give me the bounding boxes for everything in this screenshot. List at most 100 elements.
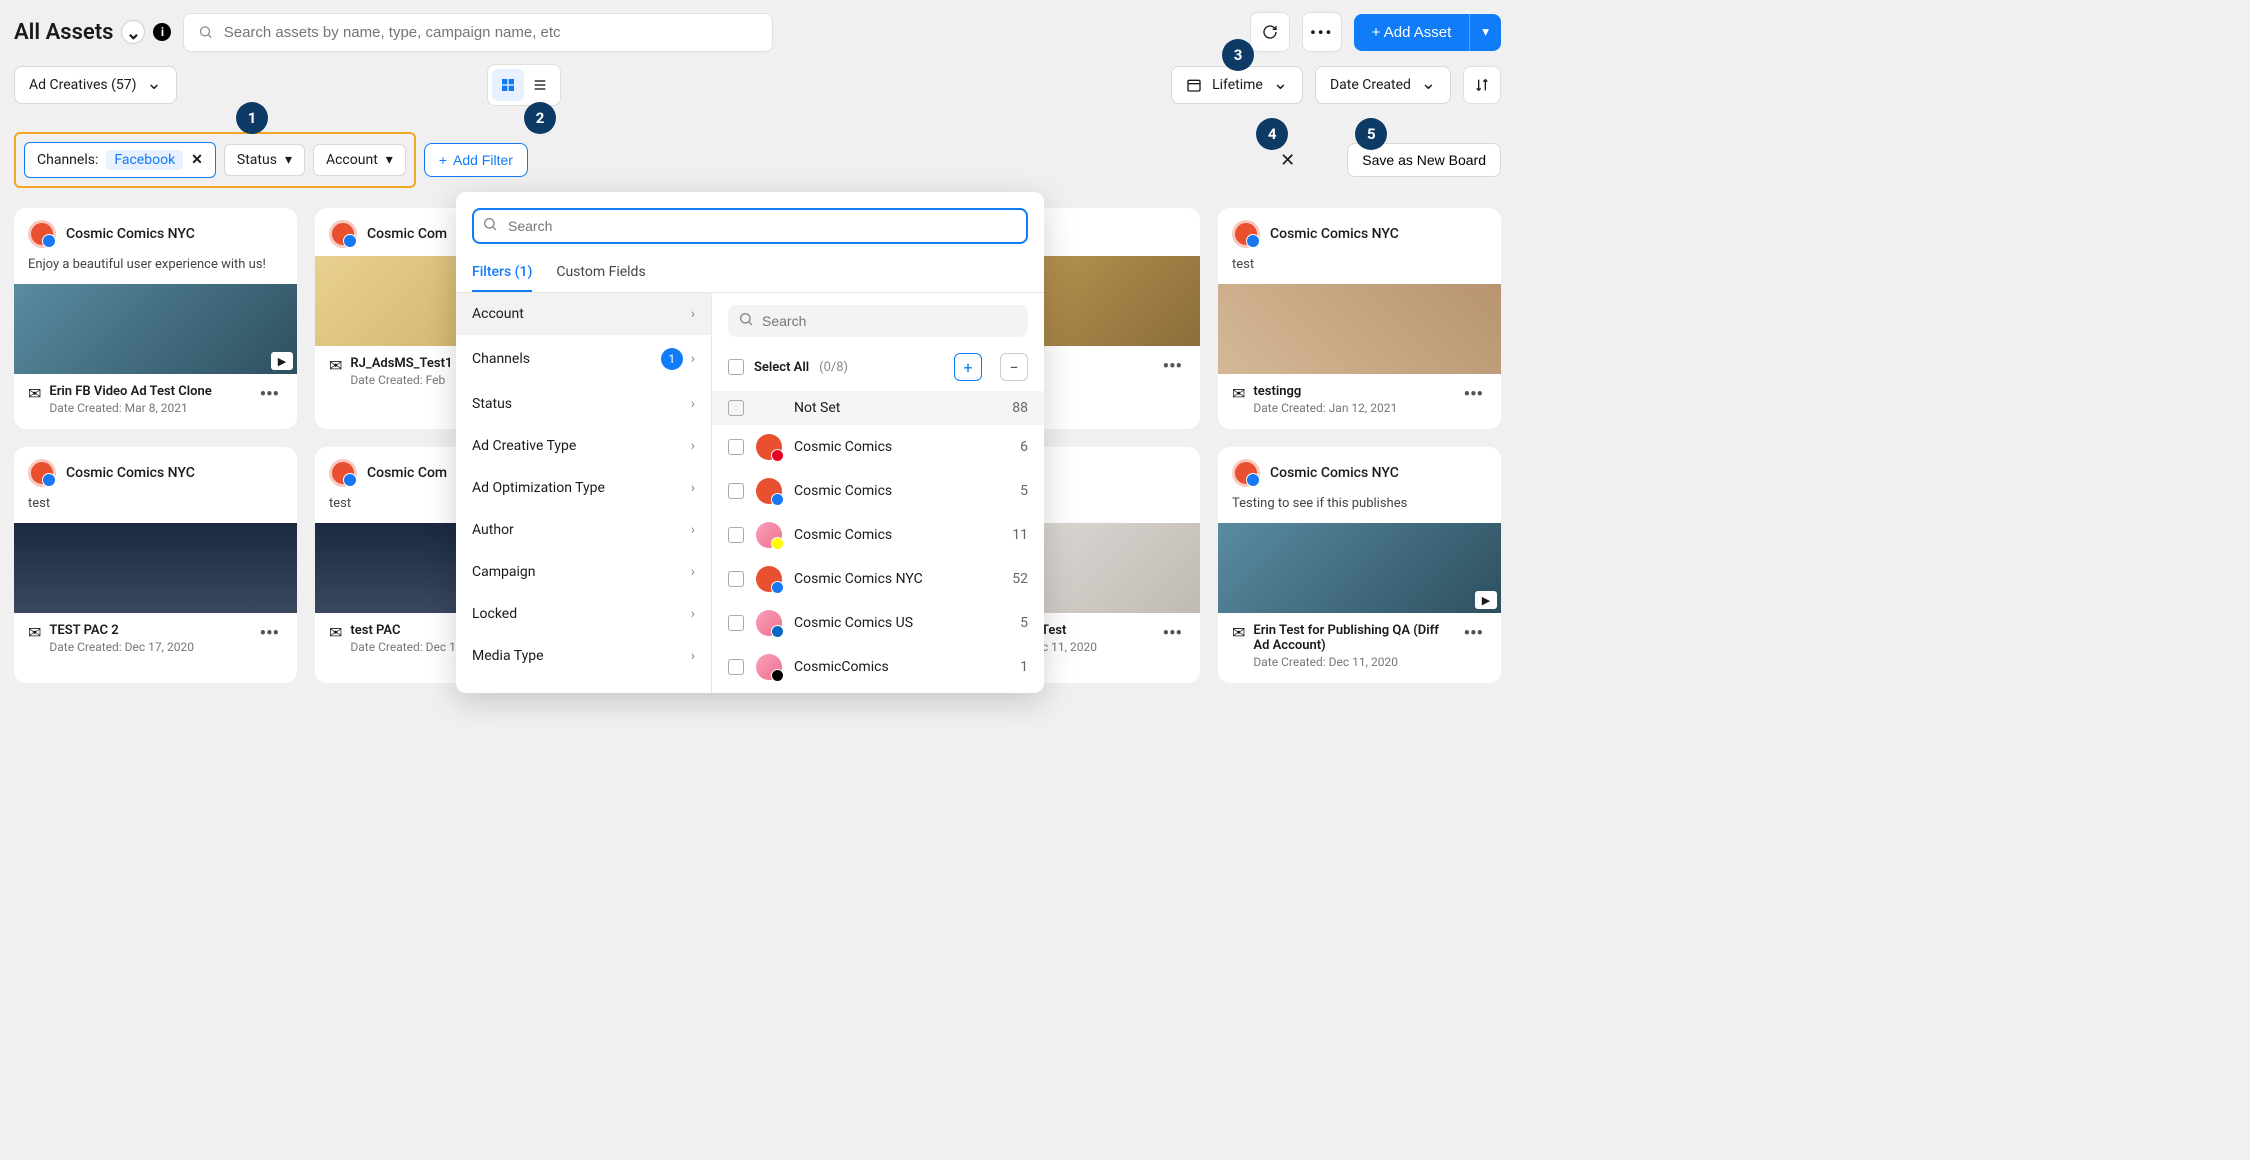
select-all-remove-button[interactable]: − bbox=[1000, 353, 1028, 381]
video-badge-icon: ▶ bbox=[1475, 591, 1497, 609]
envelope-icon: ✉ bbox=[28, 384, 41, 403]
account-row[interactable]: Cosmic Comics5 bbox=[712, 469, 1044, 513]
account-name: Cosmic Comics NYC bbox=[794, 571, 923, 587]
asset-name: Erin Test for Publishing QA (Diff Ad Acc… bbox=[1253, 623, 1451, 653]
annotation-1: 1 bbox=[236, 102, 268, 134]
account-row[interactable]: Cosmic Comics US5 bbox=[712, 601, 1044, 645]
channels-label: Channels: bbox=[37, 152, 98, 168]
search-icon bbox=[198, 24, 213, 40]
grid-view-button[interactable] bbox=[492, 69, 524, 101]
annotation-2: 2 bbox=[524, 102, 556, 134]
filter-type-label: Campaign bbox=[472, 564, 535, 580]
card-more-menu[interactable]: ••• bbox=[256, 384, 283, 405]
main-search-input[interactable] bbox=[224, 24, 759, 41]
account-avatar bbox=[756, 522, 782, 548]
asset-card[interactable]: Cosmic Comics NYC test ✉ TEST PAC 2 Date… bbox=[14, 447, 297, 683]
account-checkbox[interactable] bbox=[728, 659, 744, 675]
account-name: Cosmic Comics US bbox=[794, 615, 913, 631]
account-checkbox[interactable] bbox=[728, 400, 744, 416]
plus-icon: + bbox=[439, 152, 447, 168]
card-image bbox=[14, 523, 297, 613]
account-filter-chip[interactable]: Account ▾ bbox=[313, 144, 406, 176]
remove-channels-filter[interactable]: ✕ bbox=[191, 152, 203, 168]
card-more-menu[interactable]: ••• bbox=[256, 623, 283, 644]
account-row[interactable]: CosmicComics1 bbox=[712, 645, 1044, 689]
date-range-select[interactable]: Lifetime 3 bbox=[1171, 66, 1303, 104]
asset-card[interactable]: Cosmic Comics NYC test ✉ testingg Date C… bbox=[1218, 208, 1501, 429]
card-caption: Enjoy a beautiful user experience with u… bbox=[14, 256, 297, 284]
card-image: ▶ bbox=[14, 284, 297, 374]
add-asset-button[interactable]: + Add Asset bbox=[1354, 14, 1470, 51]
account-checkbox[interactable] bbox=[728, 571, 744, 587]
more-menu-button[interactable]: ••• bbox=[1302, 12, 1342, 52]
filter-search-input[interactable] bbox=[472, 208, 1028, 244]
account-checkbox[interactable] bbox=[728, 527, 744, 543]
filter-type-item[interactable]: Locked› bbox=[456, 593, 711, 635]
account-checkbox[interactable] bbox=[728, 615, 744, 631]
account-checkbox[interactable] bbox=[728, 439, 744, 455]
account-checkbox[interactable] bbox=[728, 483, 744, 499]
refresh-button[interactable] bbox=[1250, 12, 1290, 52]
page-title: All Assets bbox=[14, 20, 113, 45]
filter-popover: Filters (1) Custom Fields Account›Channe… bbox=[456, 192, 1044, 693]
filter-type-item[interactable]: Status› bbox=[456, 383, 711, 425]
chevron-down-icon bbox=[126, 20, 141, 45]
video-badge-icon: ▶ bbox=[271, 352, 293, 370]
list-view-button[interactable] bbox=[524, 69, 556, 101]
filter-type-item[interactable]: Channels1› bbox=[456, 335, 711, 383]
filter-type-item[interactable]: Campaign› bbox=[456, 551, 711, 593]
filter-type-item[interactable]: Ad Optimization Type› bbox=[456, 467, 711, 509]
main-search[interactable] bbox=[183, 13, 773, 52]
card-more-menu[interactable]: ••• bbox=[1159, 623, 1186, 644]
search-icon bbox=[738, 311, 754, 331]
account-name: Cosmic Comics bbox=[794, 483, 892, 499]
sort-icon bbox=[1474, 77, 1490, 93]
title-dropdown[interactable] bbox=[121, 20, 145, 44]
asset-card[interactable]: Cosmic Comics NYC Testing to see if this… bbox=[1218, 447, 1501, 683]
tab-custom-fields[interactable]: Custom Fields bbox=[556, 254, 645, 292]
filter-type-item[interactable]: Account› bbox=[456, 293, 711, 335]
filter-type-item[interactable]: Author› bbox=[456, 509, 711, 551]
filter-type-item[interactable]: Ad Creative Type› bbox=[456, 425, 711, 467]
sort-select[interactable]: Date Created bbox=[1315, 66, 1451, 104]
card-caption: test bbox=[14, 495, 297, 523]
search-icon bbox=[482, 216, 498, 236]
add-filter-button[interactable]: + Add Filter bbox=[424, 143, 528, 177]
select-all-count: (0/8) bbox=[819, 360, 848, 375]
chevron-right-icon: › bbox=[691, 480, 695, 496]
account-row[interactable]: Cosmic Comics11 bbox=[712, 513, 1044, 557]
envelope-icon: ✉ bbox=[1232, 384, 1245, 403]
info-icon[interactable]: i bbox=[153, 23, 171, 41]
group-select[interactable]: Ad Creatives (57) bbox=[14, 66, 177, 104]
add-asset-dropdown[interactable]: ▾ bbox=[1469, 14, 1501, 51]
account-row[interactable]: Not Set88 bbox=[712, 391, 1044, 425]
filter-type-item[interactable]: Media Type› bbox=[456, 635, 711, 677]
sort-direction-button[interactable] bbox=[1463, 66, 1501, 104]
applied-filters-group: Channels: Facebook ✕ Status ▾ Account ▾ bbox=[14, 132, 416, 188]
account-label: Account bbox=[326, 152, 378, 168]
close-filters-button[interactable]: ✕ bbox=[1280, 150, 1295, 171]
status-filter-chip[interactable]: Status ▾ bbox=[224, 144, 305, 176]
select-all-checkbox[interactable] bbox=[728, 359, 744, 375]
card-more-menu[interactable]: ••• bbox=[1159, 356, 1186, 377]
account-count: 52 bbox=[1012, 571, 1028, 587]
account-row[interactable]: Cosmic Comics6 bbox=[712, 425, 1044, 469]
select-all-add-button[interactable]: + bbox=[954, 353, 982, 381]
chevron-right-icon: › bbox=[691, 648, 695, 664]
brand-avatar bbox=[1232, 459, 1260, 487]
asset-card[interactable]: Cosmic Comics NYC Enjoy a beautiful user… bbox=[14, 208, 297, 429]
filter-type-label: Channels bbox=[472, 351, 530, 367]
account-search-input[interactable] bbox=[728, 305, 1028, 337]
brand-avatar bbox=[329, 459, 357, 487]
asset-name: TEST PAC 2 bbox=[49, 623, 247, 638]
asset-date: Date Created: Dec 11, 2020 bbox=[1253, 655, 1451, 669]
card-more-menu[interactable]: ••• bbox=[1460, 384, 1487, 405]
account-row[interactable]: TBG (Sprinklr)8 bbox=[712, 689, 1044, 693]
asset-date: Date Created: Jan 12, 2021 bbox=[1253, 401, 1451, 415]
channels-filter-chip[interactable]: Channels: Facebook ✕ bbox=[24, 142, 216, 178]
date-range-label: Lifetime bbox=[1212, 77, 1263, 93]
account-row[interactable]: Cosmic Comics NYC 52 bbox=[712, 557, 1044, 601]
tab-filters[interactable]: Filters (1) bbox=[472, 254, 532, 292]
card-more-menu[interactable]: ••• bbox=[1460, 623, 1487, 644]
filter-type-label: Locked bbox=[472, 606, 517, 622]
